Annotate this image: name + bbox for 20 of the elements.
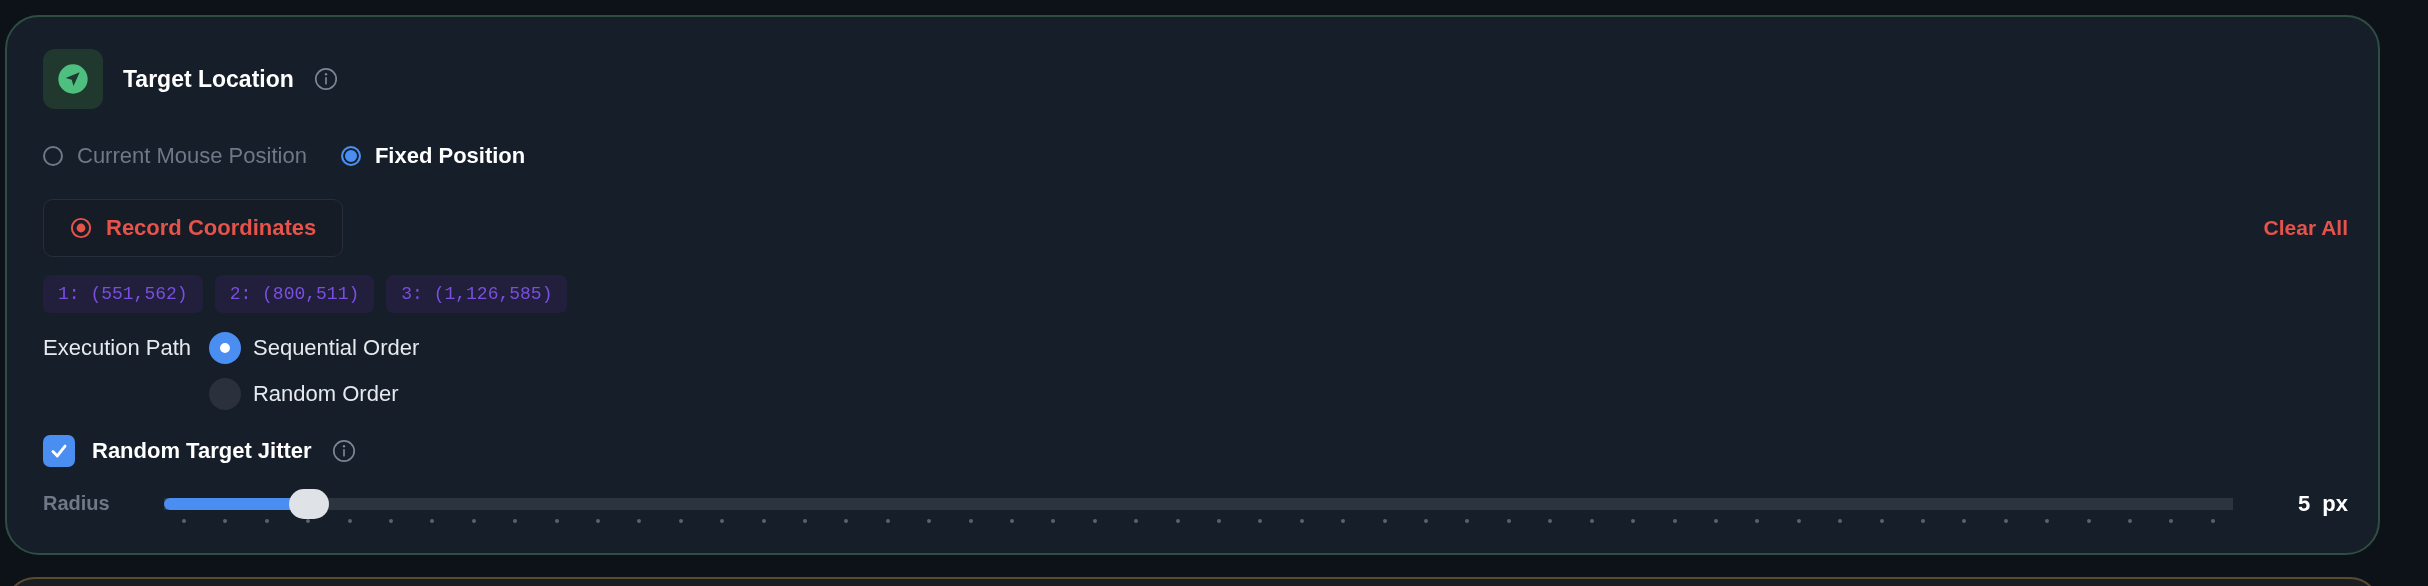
coordinate-tag: 1: (551,562) [43, 275, 203, 313]
unit-label: px [2322, 490, 2348, 518]
coordinate-tag: 3: (1,126,585) [386, 275, 568, 313]
info-icon[interactable] [313, 67, 338, 91]
field-label: Execution Path [43, 334, 191, 362]
slider-label: Radius [43, 491, 111, 516]
section-title: Target Location [123, 65, 294, 93]
radio-option[interactable]: Fixed Position [340, 143, 526, 169]
clear-link[interactable]: Clear All [2263, 216, 2348, 240]
checkbox[interactable]: Random Target Jitter [43, 435, 312, 467]
record-icon [70, 217, 92, 239]
info-icon[interactable] [331, 439, 356, 463]
radio-option[interactable]: Current Mouse Position [43, 143, 307, 169]
record-button[interactable]: Record Coordinates [43, 199, 344, 257]
coordinate-tag: 2: (800,511) [214, 275, 375, 313]
slider-thumb[interactable] [288, 489, 329, 519]
radio-option[interactable]: Random Order [209, 377, 420, 411]
slider-value: 5 [2298, 490, 2311, 518]
radio-option[interactable]: Sequential Order [209, 331, 420, 365]
navigation-icon [43, 49, 103, 109]
